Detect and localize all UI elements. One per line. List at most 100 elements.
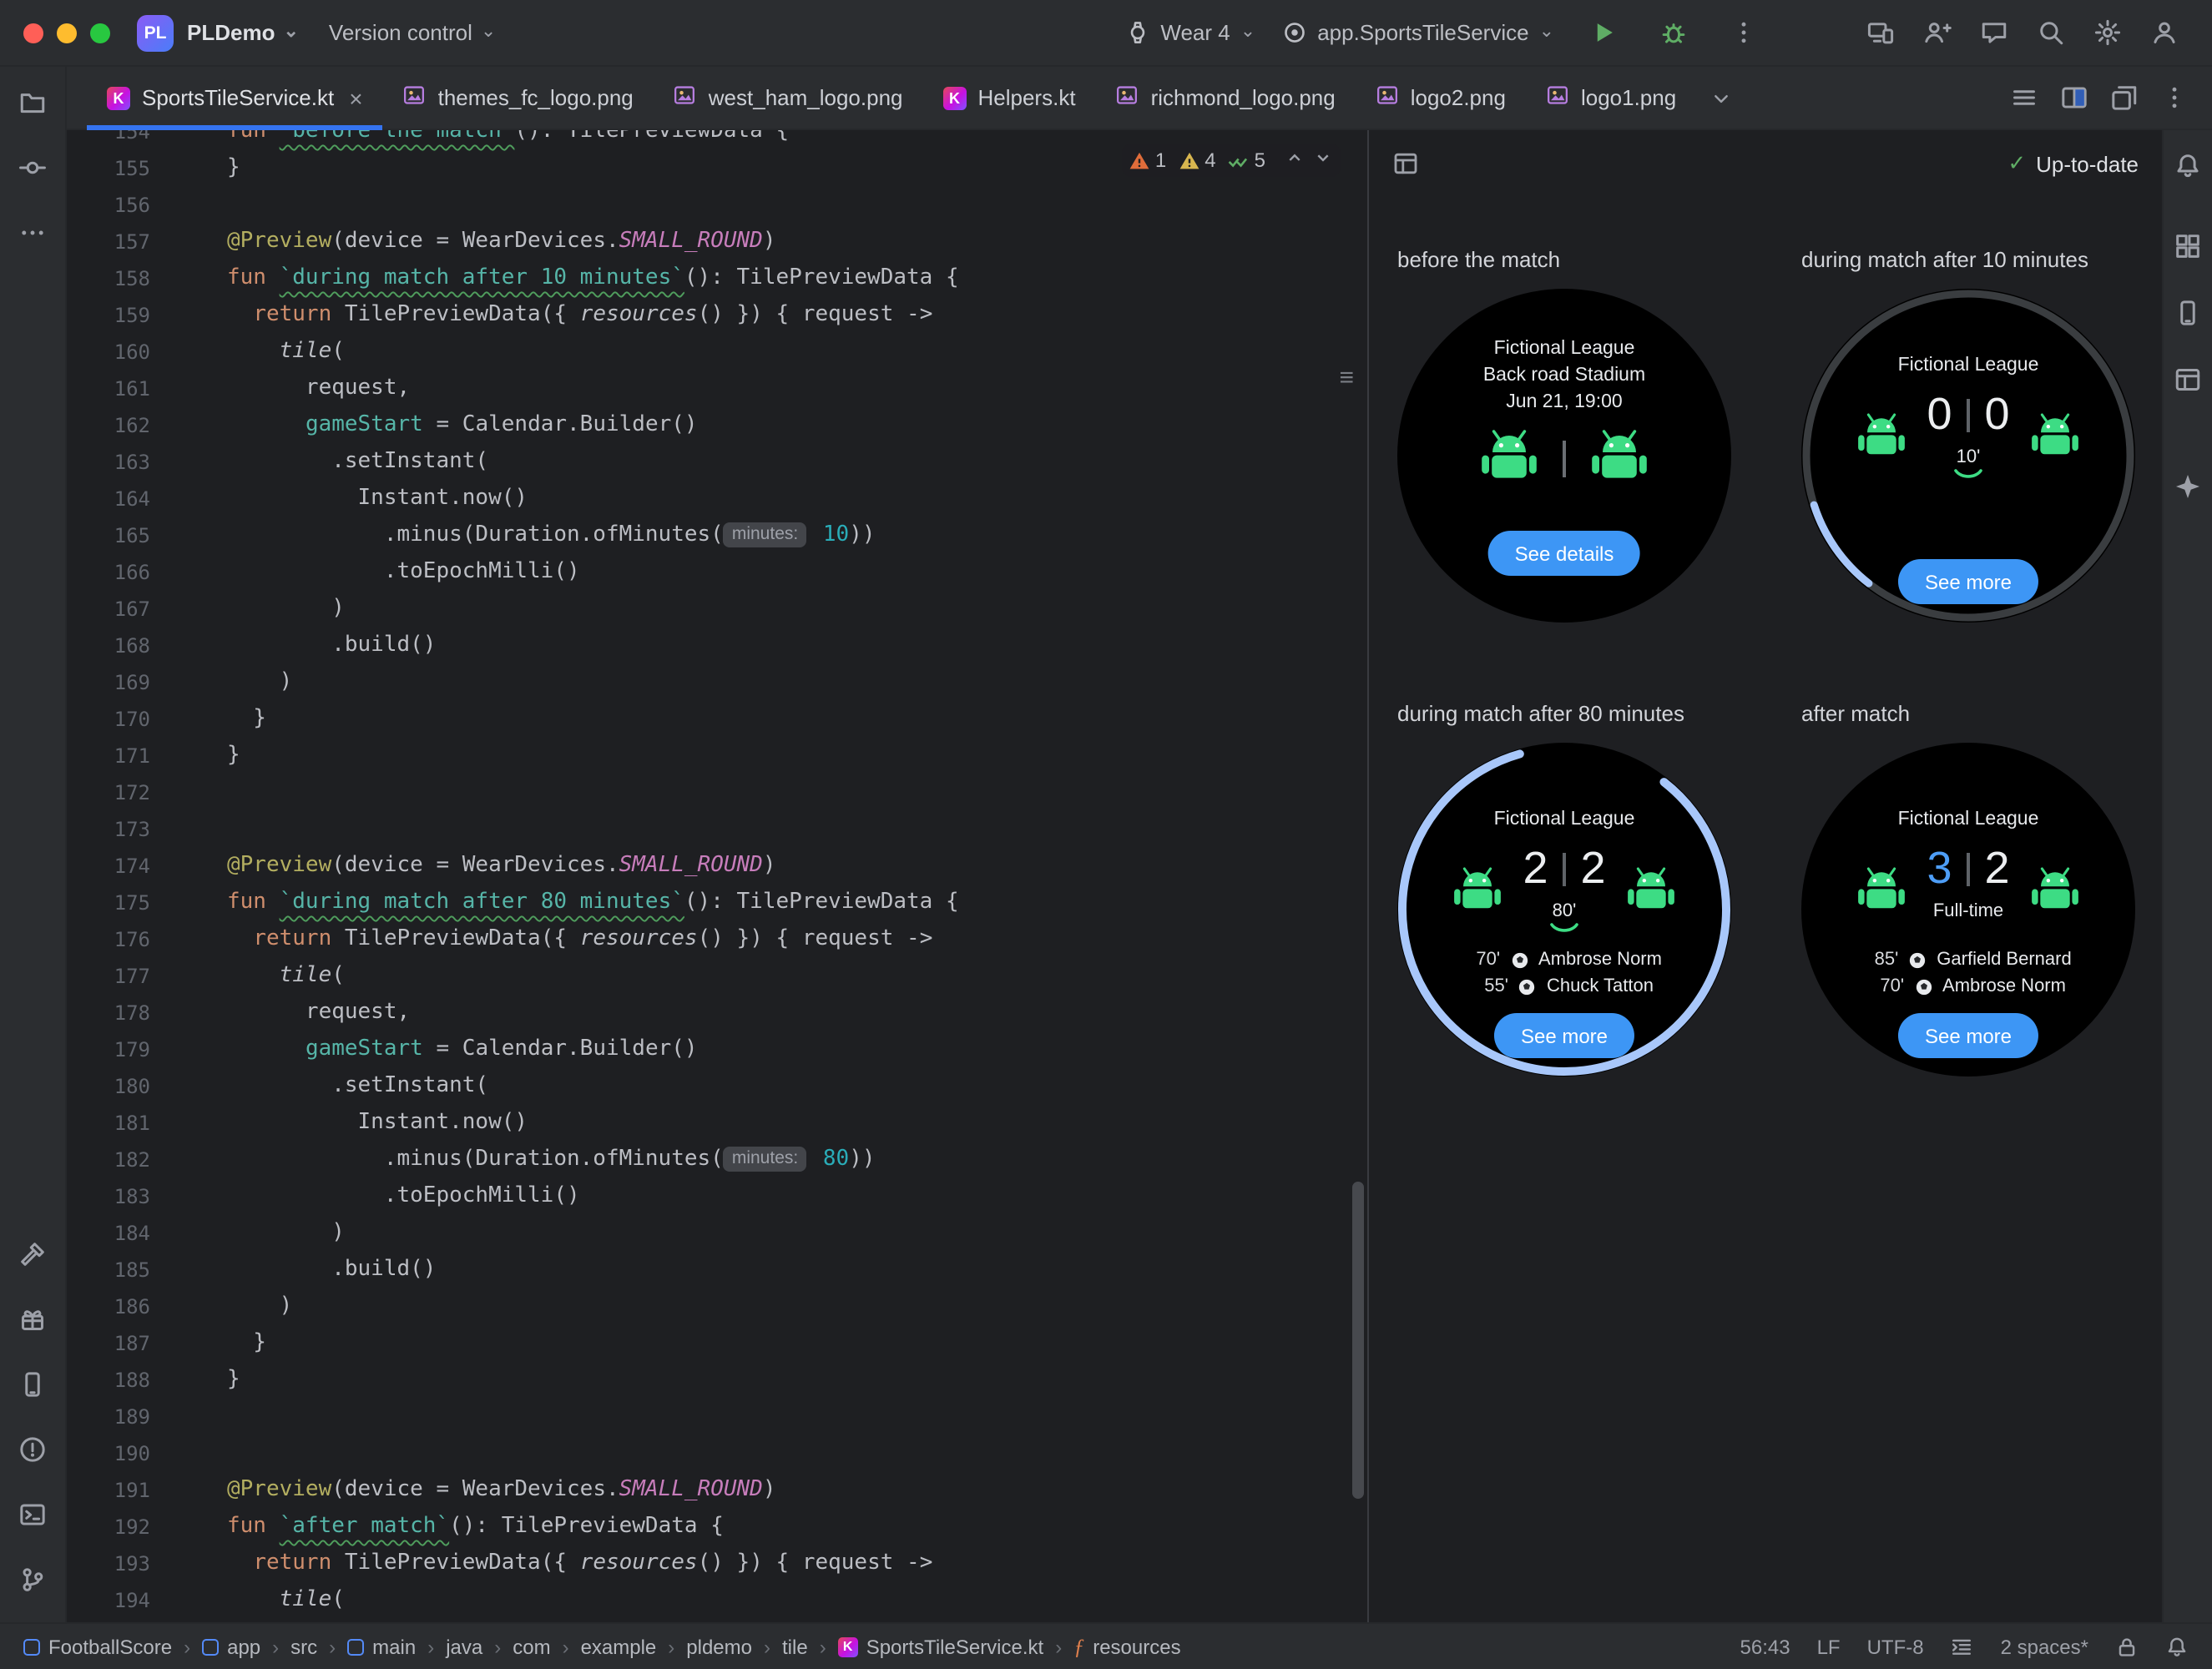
code-line[interactable]: 170 } bbox=[67, 701, 1367, 738]
code-with-me-button[interactable] bbox=[1915, 11, 1958, 54]
indent-icon[interactable] bbox=[1951, 1635, 1974, 1658]
tab-logo1-png[interactable]: logo1.png bbox=[1526, 67, 1696, 129]
code-line[interactable]: 181 Instant.now() bbox=[67, 1105, 1367, 1142]
editor-tabs-list-button[interactable] bbox=[2002, 76, 2045, 119]
profile-button[interactable] bbox=[2142, 11, 2185, 54]
ai-assistant-button[interactable] bbox=[1972, 11, 2015, 54]
tab-richmond-logo-png[interactable]: richmond_logo.png bbox=[1096, 67, 1356, 129]
code-line[interactable]: 177 tile( bbox=[67, 958, 1367, 995]
line-separator[interactable]: LF bbox=[1817, 1635, 1841, 1658]
device-manager-button[interactable] bbox=[2165, 290, 2210, 335]
terminal-tool-button[interactable] bbox=[10, 1492, 55, 1537]
breadcrumb-item-resources[interactable]: ƒ resources bbox=[1073, 1635, 1180, 1658]
code-line[interactable]: 189 bbox=[67, 1399, 1367, 1435]
zoom-window-button[interactable] bbox=[90, 23, 110, 43]
code-line[interactable]: 173 bbox=[67, 811, 1367, 848]
run-button[interactable] bbox=[1581, 11, 1624, 54]
running-devices-button[interactable] bbox=[10, 1362, 55, 1407]
watch-action-button[interactable]: See more bbox=[1897, 1013, 2039, 1058]
code-line[interactable]: 182 .minus(Duration.ofMinutes(minutes: 8… bbox=[67, 1142, 1367, 1178]
code-line[interactable]: 169 ) bbox=[67, 664, 1367, 701]
code-line[interactable]: 157 @Preview(device = WearDevices.SMALL_R… bbox=[67, 224, 1367, 260]
project-selector[interactable]: PLDemo ⌄ bbox=[187, 20, 299, 45]
watch-preview-after-match[interactable]: Fictional League 3 2 Full-time 85' Garfield B… bbox=[1801, 743, 2135, 1077]
breadcrumb-item-example[interactable]: example bbox=[581, 1635, 657, 1658]
code-line[interactable]: 184 ) bbox=[67, 1215, 1367, 1252]
next-issue-icon[interactable] bbox=[1312, 147, 1334, 174]
build-tool-button[interactable] bbox=[10, 1232, 55, 1277]
code-line[interactable]: 174 @Preview(device = WearDevices.SMALL_R… bbox=[67, 848, 1367, 885]
code-line[interactable]: 163 .setInstant( bbox=[67, 444, 1367, 481]
code-line[interactable]: 187 } bbox=[67, 1325, 1367, 1362]
search-everywhere-button[interactable] bbox=[2028, 11, 2072, 54]
watch-action-button[interactable]: See more bbox=[1897, 559, 2039, 604]
more-run-options-button[interactable] bbox=[1721, 11, 1765, 54]
editor-scrollbar[interactable] bbox=[1352, 1182, 1364, 1499]
code-line[interactable]: 188} bbox=[67, 1362, 1367, 1399]
watch-action-button[interactable]: See more bbox=[1493, 1013, 1635, 1058]
code-line[interactable]: 178 request, bbox=[67, 995, 1367, 1031]
device-selector[interactable]: Wear 4 ⌄ bbox=[1125, 20, 1255, 45]
code-line[interactable]: 186 ) bbox=[67, 1288, 1367, 1325]
code-line[interactable]: 171} bbox=[67, 738, 1367, 774]
statusbar-notifications-icon[interactable] bbox=[2165, 1635, 2189, 1658]
breadcrumb-item-main[interactable]: main bbox=[347, 1635, 416, 1658]
watch-preview-during-match-after-10-minutes[interactable]: Fictional League 0 0 10' See more bbox=[1801, 289, 2135, 623]
notifications-button[interactable] bbox=[2165, 144, 2210, 189]
readonly-icon[interactable] bbox=[2115, 1635, 2139, 1658]
code-line[interactable]: 185 .build() bbox=[67, 1252, 1367, 1288]
code-line[interactable]: 190 bbox=[67, 1435, 1367, 1472]
code-line[interactable]: 172 bbox=[67, 774, 1367, 811]
code-line[interactable]: 194 tile( bbox=[67, 1582, 1367, 1619]
breadcrumb-item-footballscore[interactable]: FootballScore bbox=[23, 1635, 172, 1658]
breadcrumb-item-pldemo[interactable]: pldemo bbox=[686, 1635, 752, 1658]
code-line[interactable]: 192 fun `after match`(): TilePreviewData … bbox=[67, 1509, 1367, 1545]
hidden-tabs-button[interactable] bbox=[1696, 67, 1746, 129]
gemini-button[interactable] bbox=[2165, 464, 2210, 509]
code-editor[interactable]: 154 fun `before the match`(): TilePreview… bbox=[67, 130, 1367, 1622]
device-mirroring-button[interactable] bbox=[1858, 11, 1901, 54]
resource-manager-button[interactable] bbox=[2165, 224, 2210, 269]
tab-helpers-kt[interactable]: K Helpers.kt bbox=[923, 67, 1096, 129]
code-line[interactable]: 193 return TilePreviewData({ resources()… bbox=[67, 1545, 1367, 1582]
code-line[interactable]: 159 return TilePreviewData({ resources()… bbox=[67, 297, 1367, 334]
watch-action-button[interactable]: See details bbox=[1487, 531, 1641, 576]
code-line[interactable]: 191 @Preview(device = WearDevices.SMALL_R… bbox=[67, 1472, 1367, 1509]
minimize-window-button[interactable] bbox=[57, 23, 77, 43]
vcs-menu[interactable]: Version control ⌄ bbox=[329, 20, 496, 45]
more-tool-windows-button[interactable] bbox=[10, 210, 55, 255]
breadcrumb-item-sportstileservice-kt[interactable]: K SportsTileService.kt bbox=[837, 1635, 1043, 1658]
code-line[interactable]: 179 gameStart = Calendar.Builder() bbox=[67, 1031, 1367, 1068]
breadcrumb-item-src[interactable]: src bbox=[290, 1635, 317, 1658]
editor-more-button[interactable] bbox=[2152, 76, 2195, 119]
code-line[interactable]: 183 .toEpochMilli() bbox=[67, 1178, 1367, 1215]
breadcrumb-item-java[interactable]: java bbox=[446, 1635, 482, 1658]
watch-preview-before-the-match[interactable]: Fictional League Back road Stadium Jun 21,… bbox=[1397, 289, 1731, 623]
settings-button[interactable] bbox=[2085, 11, 2129, 54]
close-tab-icon[interactable]: × bbox=[349, 84, 362, 111]
breadcrumb-item-app[interactable]: app bbox=[202, 1635, 260, 1658]
previous-issue-icon[interactable] bbox=[1284, 147, 1305, 174]
tab-logo2-png[interactable]: logo2.png bbox=[1356, 67, 1526, 129]
preview-layout-icon[interactable] bbox=[1392, 150, 1419, 177]
code-line[interactable]: 160 tile( bbox=[67, 334, 1367, 371]
code-line[interactable]: 168 .build() bbox=[67, 628, 1367, 664]
split-editor-button[interactable] bbox=[2052, 76, 2095, 119]
project-tool-button[interactable] bbox=[10, 80, 55, 125]
code-line[interactable]: 180 .setInstant( bbox=[67, 1068, 1367, 1105]
editor-drag-handle-icon[interactable]: ≡ bbox=[1339, 364, 1354, 392]
detach-editor-button[interactable] bbox=[2102, 76, 2145, 119]
cursor-position[interactable]: 56:43 bbox=[1740, 1635, 1790, 1658]
code-line[interactable]: 176 return TilePreviewData({ resources()… bbox=[67, 921, 1367, 958]
code-line[interactable]: 156 bbox=[67, 187, 1367, 224]
code-line[interactable]: 166 .toEpochMilli() bbox=[67, 554, 1367, 591]
run-configuration-selector[interactable]: app.SportsTileService ⌄ bbox=[1282, 20, 1554, 45]
close-window-button[interactable] bbox=[23, 23, 43, 43]
code-line[interactable]: 175 fun `during match after 80 minutes`()… bbox=[67, 885, 1367, 921]
whats-new-button[interactable] bbox=[10, 1297, 55, 1342]
tab-themes-fc-logo-png[interactable]: themes_fc_logo.png bbox=[383, 67, 654, 129]
commit-tool-button[interactable] bbox=[10, 145, 55, 190]
tab-sportstileservice-kt[interactable]: K SportsTileService.kt × bbox=[87, 67, 384, 130]
version-control-tool-button[interactable] bbox=[10, 1557, 55, 1602]
breadcrumb-item-com[interactable]: com bbox=[513, 1635, 550, 1658]
